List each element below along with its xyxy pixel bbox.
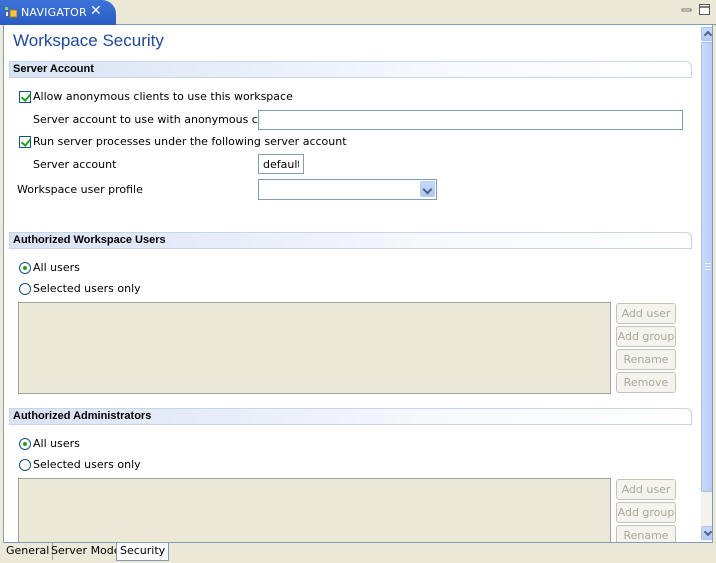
admins-add-user-button[interactable]: Add user <box>616 479 676 500</box>
admins-all-radio[interactable] <box>19 438 31 450</box>
admins-add-group-button[interactable]: Add group <box>616 502 676 523</box>
server-account-section-title: Server Account <box>13 63 94 75</box>
navigator-tab[interactable]: NAVIGATOR ✕ <box>0 0 116 25</box>
minimize-icon[interactable] <box>680 3 693 16</box>
users-all-label: All users <box>33 261 80 274</box>
vertical-scrollbar[interactable] <box>701 27 712 540</box>
allow-anonymous-checkbox[interactable] <box>19 91 31 103</box>
run-processes-checkbox[interactable] <box>19 136 31 148</box>
users-add-group-button[interactable]: Add group <box>616 326 676 347</box>
workspace-users-section-title: Authorized Workspace Users <box>13 234 166 246</box>
server-account-input[interactable] <box>258 154 304 174</box>
security-form-panel: Workspace Security Server Account Allow … <box>3 25 713 542</box>
navigator-tab-label: NAVIGATOR <box>21 6 87 19</box>
admins-selected-radio[interactable] <box>19 459 31 471</box>
users-all-radio[interactable] <box>19 262 31 274</box>
page-tabs: General Server Mode Security <box>3 542 713 561</box>
editor-tab-strip: NAVIGATOR ✕ <box>0 0 716 25</box>
users-remove-button[interactable]: Remove <box>616 372 676 393</box>
scroll-down-icon[interactable] <box>701 526 712 540</box>
users-selected-radio[interactable] <box>19 283 31 295</box>
admins-all-label: All users <box>33 437 80 450</box>
users-rename-button[interactable]: Rename <box>616 349 676 370</box>
administrators-section-header[interactable]: Authorized Administrators <box>9 408 692 425</box>
grip-icon <box>705 263 711 270</box>
scrollbar-thumb[interactable] <box>701 42 712 492</box>
anon-account-input[interactable] <box>258 110 683 130</box>
maximize-icon[interactable] <box>698 3 711 16</box>
tab-security[interactable]: Security <box>116 543 170 561</box>
chevron-down-icon[interactable] <box>420 181 435 197</box>
run-processes-label: Run server processes under the following… <box>33 135 347 148</box>
tab-general[interactable]: General <box>3 543 54 560</box>
scroll-up-icon[interactable] <box>701 27 712 41</box>
users-list[interactable] <box>18 302 611 394</box>
workspace-users-section-header[interactable]: Authorized Workspace Users <box>9 232 692 249</box>
close-tab-icon[interactable]: ✕ <box>90 3 102 19</box>
user-profile-dropdown[interactable] <box>258 179 437 200</box>
server-account-section-header[interactable]: Server Account <box>9 61 692 78</box>
admins-selected-label: Selected users only <box>33 458 141 471</box>
navigator-icon <box>5 7 17 18</box>
administrators-section-title: Authorized Administrators <box>13 410 152 422</box>
allow-anonymous-label: Allow anonymous clients to use this work… <box>33 90 293 103</box>
server-account-label: Server account <box>33 158 117 171</box>
users-add-user-button[interactable]: Add user <box>616 303 676 324</box>
page-title: Workspace Security <box>13 31 164 50</box>
user-profile-label: Workspace user profile <box>17 183 143 196</box>
anon-account-label: Server account to use with anonymous cli… <box>33 113 288 126</box>
admins-rename-button[interactable]: Rename <box>616 525 676 542</box>
admins-list[interactable] <box>18 478 611 542</box>
users-selected-label: Selected users only <box>33 282 141 295</box>
tab-server-mode[interactable]: Server Mode <box>48 543 125 560</box>
